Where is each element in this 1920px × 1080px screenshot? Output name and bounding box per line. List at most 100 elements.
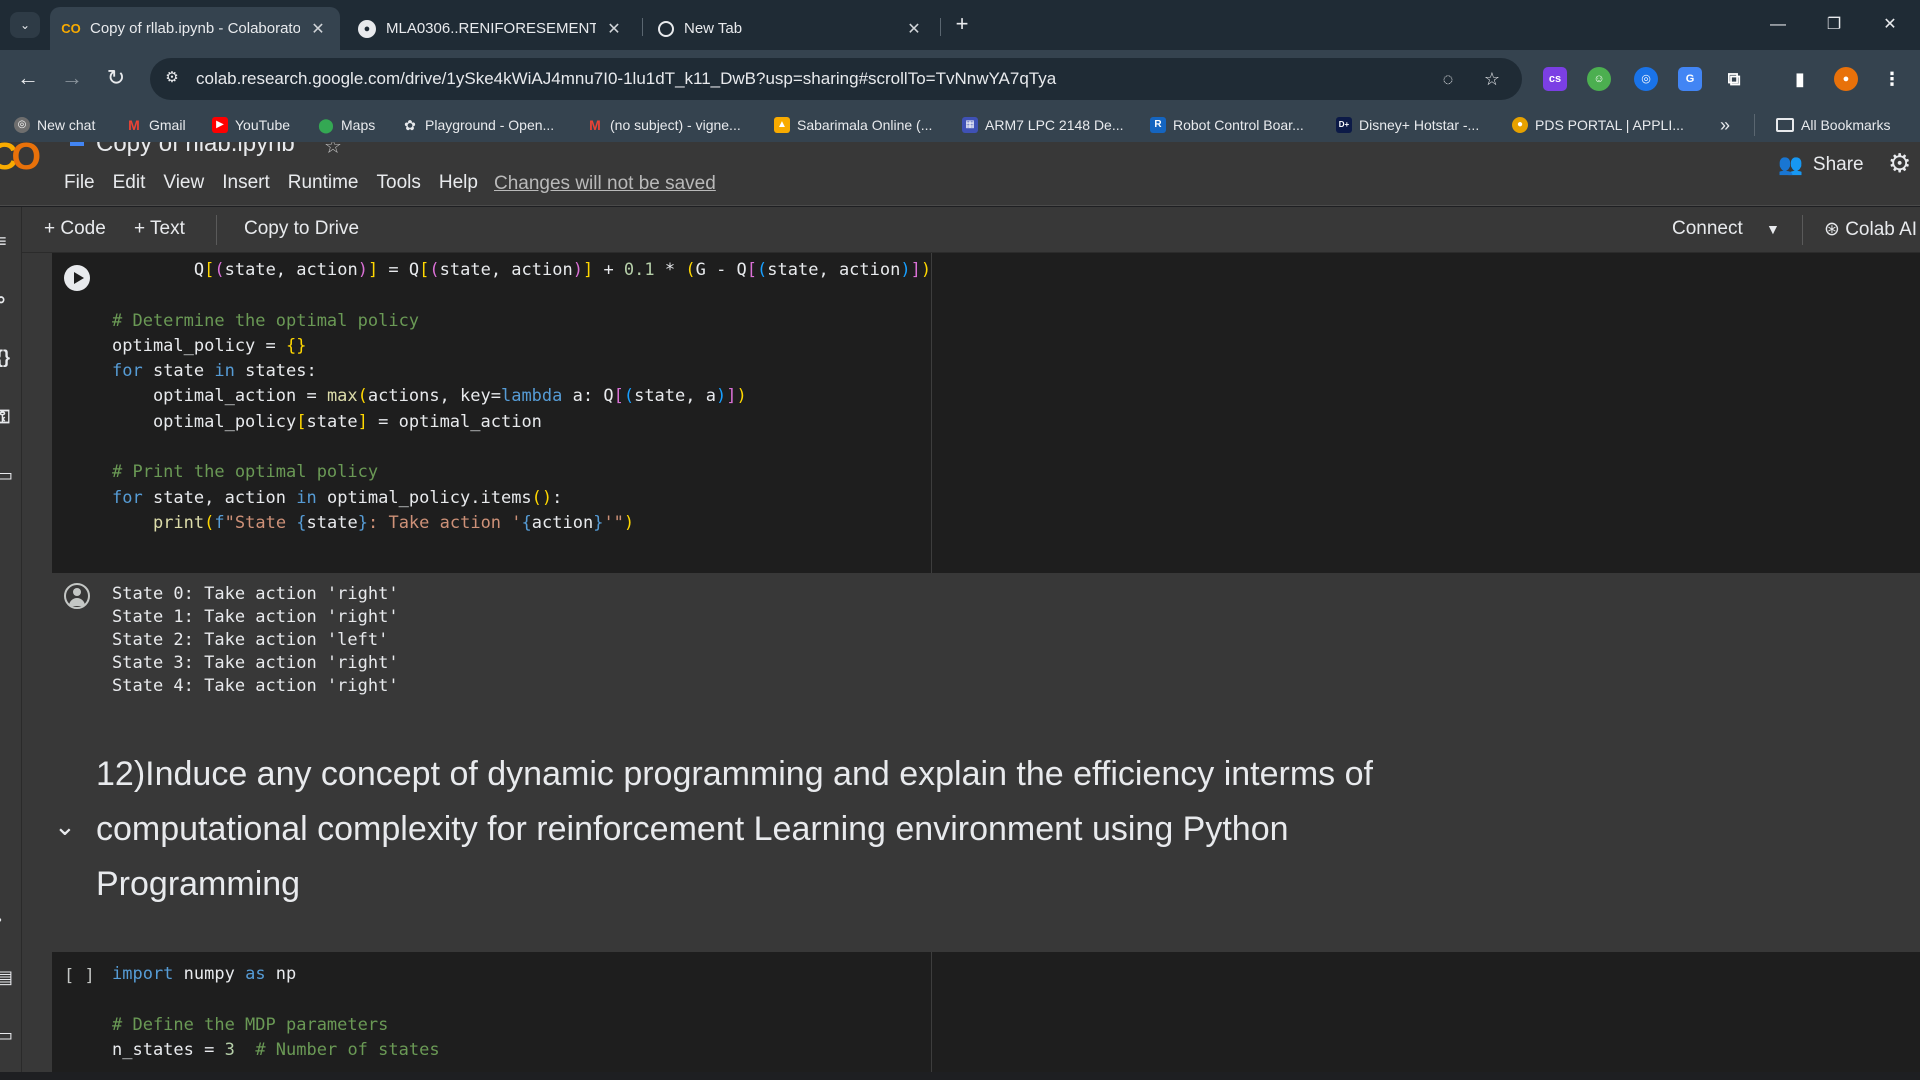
new-tab-button[interactable]: + [948, 12, 976, 38]
menu-view[interactable]: View [163, 172, 204, 194]
colab-logo-icon[interactable]: CO [0, 142, 41, 179]
copy-to-drive-button[interactable]: Copy to Drive [244, 218, 359, 240]
all-bookmarks-button[interactable]: All Bookmarks [1776, 114, 1890, 136]
star-icon[interactable]: ☆ [1480, 67, 1504, 91]
bookmark-item[interactable]: ▶ YouTube [212, 114, 290, 136]
bookmark-item[interactable]: ⬤ Maps [318, 114, 375, 136]
menu-tools[interactable]: Tools [377, 172, 421, 194]
extension-icon[interactable]: cs [1543, 67, 1567, 91]
section-heading: 12)Induce any concept of dynamic program… [96, 755, 1373, 903]
tab-colab[interactable]: CO Copy of rllab.ipynb - Colaborato ✕ [50, 7, 340, 50]
more-bookmarks-button[interactable]: » [1720, 114, 1730, 136]
folder-icon [1776, 118, 1794, 132]
bookmark-item[interactable]: M (no subject) - vigne... [587, 114, 741, 136]
chevron-down-icon[interactable]: ⌄ [54, 811, 76, 842]
menu-edit[interactable]: Edit [113, 172, 146, 194]
notebook-title[interactable]: Copy of rllab.ipynb [96, 142, 295, 158]
arrow-left-icon: ← [17, 65, 39, 90]
share-button[interactable]: 👥 Share [1778, 152, 1864, 177]
code-cell[interactable]: Q[(state, action)] = Q[(state, action)] … [52, 253, 1920, 573]
minimize-button[interactable]: — [1758, 10, 1798, 40]
tab-search-button[interactable]: ⌄ [10, 12, 40, 38]
portal-icon: ● [1512, 117, 1528, 133]
close-window-button[interactable]: ✕ [1870, 10, 1910, 40]
more-vert-icon[interactable]: ⋮ [1880, 67, 1904, 91]
github-icon: ● [358, 19, 376, 38]
colab-ai-button[interactable]: ⊛ Colab AI [1824, 218, 1917, 241]
command-palette-icon[interactable]: ▤ [0, 967, 18, 989]
bookmark-item[interactable]: M Gmail [126, 114, 185, 136]
close-icon[interactable]: ✕ [904, 19, 924, 39]
bookmarks-bar: ◎ New chat M Gmail ▶ YouTube ⬤ Maps ✿ Playgro… [0, 108, 1920, 142]
translate-icon[interactable]: G [1678, 67, 1702, 91]
search-icon[interactable]: ⌕ [0, 289, 18, 311]
secrets-icon[interactable]: ⚿ [0, 407, 18, 429]
cell-output: State 0: Take action 'right' State 1: Tak… [52, 573, 1920, 705]
run-cell-button[interactable] [64, 265, 90, 291]
minimize-icon: — [1770, 16, 1786, 33]
back-button[interactable]: ← [12, 63, 44, 95]
drive-icon [70, 142, 84, 146]
chevron-down-icon[interactable]: ▼ [1766, 221, 1780, 237]
bookmark-item[interactable]: ▲ Sabarimala Online (... [774, 114, 932, 136]
tab-new-tab[interactable]: New Tab ✕ [646, 7, 936, 50]
side-panel-icon[interactable]: ▮ [1788, 67, 1812, 91]
tab-github[interactable]: ● MLA0306..RENIFORESEMENT-L ✕ [346, 7, 636, 50]
robot-icon: R [1150, 117, 1166, 133]
site-info-icon[interactable]: ⚙ [162, 68, 182, 88]
menu-file[interactable]: File [64, 172, 95, 194]
run-cell-button[interactable]: [ ] [64, 966, 95, 986]
tab-separator [940, 18, 941, 36]
gmail-icon: M [589, 117, 601, 133]
code-text: Q[(state, action)] = Q[(state, action)] … [112, 260, 932, 533]
forward-button[interactable]: → [56, 63, 88, 95]
extension-icon[interactable]: ◎ [1634, 67, 1658, 91]
avatar[interactable]: ● [1834, 67, 1858, 91]
close-icon: ✕ [1883, 16, 1897, 33]
menu-help[interactable]: Help [439, 172, 478, 194]
terminal-icon[interactable]: ▭ [0, 1025, 18, 1047]
chevron-right-icon[interactable]: › [0, 909, 18, 931]
close-icon[interactable]: ✕ [604, 19, 624, 39]
gmail-icon: M [128, 117, 140, 133]
bookmark-item[interactable]: D+ Disney+ Hotstar -... [1336, 114, 1479, 136]
bookmark-item[interactable]: ● PDS PORTAL | APPLI... [1512, 114, 1684, 136]
arrow-right-icon: → [61, 65, 83, 90]
code-editor[interactable]: [ ] import numpy as np # Define the MDP … [52, 952, 932, 1072]
unsaved-notice-link[interactable]: Changes will not be saved [494, 173, 716, 195]
hotstar-icon: D+ [1336, 117, 1352, 133]
bookmark-item[interactable]: ◎ New chat [14, 114, 95, 136]
files-icon[interactable]: ▭ [0, 465, 18, 487]
bookmark-item[interactable]: R Robot Control Boar... [1150, 114, 1304, 136]
maps-icon: ⬤ [318, 117, 334, 133]
bookmark-item[interactable]: ✿ Playground - Open... [402, 114, 554, 136]
extension-icon[interactable]: ☺ [1587, 67, 1611, 91]
output-avatar-icon[interactable] [64, 583, 90, 609]
menu-runtime[interactable]: Runtime [288, 172, 359, 194]
star-icon[interactable]: ☆ [324, 142, 342, 159]
gear-icon[interactable]: ⚙ [1888, 148, 1911, 179]
address-bar[interactable]: ⚙ colab.research.google.com/drive/1ySke4… [150, 58, 1522, 100]
variables-icon[interactable]: {} [0, 347, 18, 369]
add-text-button[interactable]: + Text [134, 218, 185, 240]
eye-off-icon[interactable]: ◌ [1436, 67, 1460, 91]
puzzle-icon[interactable]: ⧉ [1722, 67, 1746, 91]
table-of-contents-icon[interactable]: ≡ [0, 231, 18, 253]
code-editor[interactable]: Q[(state, action)] = Q[(state, action)] … [52, 253, 932, 573]
restore-icon: ❐ [1826, 16, 1842, 33]
connect-button[interactable]: Connect [1672, 218, 1743, 240]
restore-button[interactable]: ❐ [1814, 10, 1854, 40]
menu-bar: File Edit View Insert Runtime Tools Help [64, 172, 496, 194]
chevron-down-icon: ⌄ [19, 18, 31, 32]
colab-header: CO Copy of rllab.ipynb ☆ File Edit View … [0, 142, 1920, 206]
add-code-button[interactable]: + Code [44, 218, 106, 240]
reload-button[interactable]: ↻ [100, 63, 132, 95]
url-text[interactable]: colab.research.google.com/drive/1ySke4kW… [196, 69, 1056, 89]
close-icon[interactable]: ✕ [308, 19, 328, 39]
toolbar-divider [216, 215, 217, 245]
temple-icon: ▲ [774, 117, 790, 133]
sparkle-icon: ⊛ [1824, 219, 1846, 240]
menu-insert[interactable]: Insert [222, 172, 270, 194]
code-cell[interactable]: [ ] import numpy as np # Define the MDP … [52, 952, 1920, 1072]
bookmark-item[interactable]: ▦ ARM7 LPC 2148 De... [962, 114, 1124, 136]
